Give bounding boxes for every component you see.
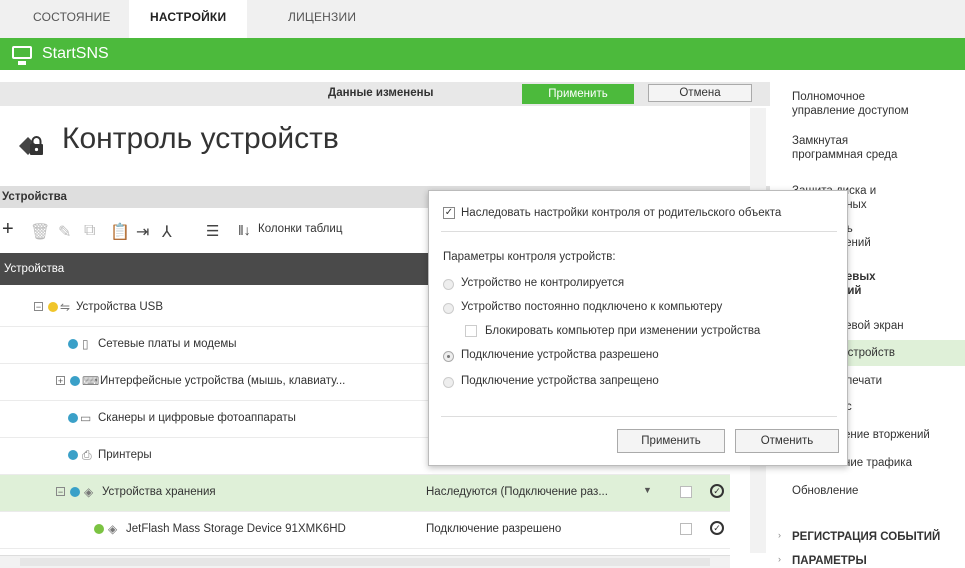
status-dot <box>70 487 80 497</box>
radio-not-controlled[interactable] <box>443 279 454 290</box>
nav-item-device-control[interactable]: устройств <box>842 346 895 360</box>
copy-icon[interactable]: ⧉ <box>84 222 95 240</box>
nav-item-print[interactable]: печати <box>846 374 882 388</box>
row-checkbox[interactable] <box>680 523 692 535</box>
row-label: JetFlash Mass Storage Device 91XMK6HD <box>126 523 346 535</box>
collapse-icon[interactable]: − <box>34 302 43 312</box>
radio-denied[interactable] <box>443 377 454 388</box>
row-label: Принтеры <box>98 449 152 461</box>
params-title: Параметры контроля устройств: <box>443 251 616 263</box>
usb-icon: ⇋ <box>60 300 71 314</box>
radio-always-connected[interactable] <box>443 303 454 314</box>
changes-bar: Данные изменены Применить Отмена <box>0 82 770 106</box>
keyboard-icon: ⌨ <box>82 374 100 388</box>
check-circle-icon: ✓ <box>710 484 724 498</box>
lock-checkbox[interactable] <box>465 325 477 337</box>
toolbar: + 🗑 ✎ ⧉ 📋 ⇥ ⅄ ☰ ‖↓ Колонки таблиц <box>0 214 430 244</box>
opt-always-connected-label: Устройство постоянно подключено к компью… <box>461 301 723 313</box>
collapse-icon[interactable]: − <box>56 487 65 497</box>
inherit-checkbox[interactable]: ✓ <box>443 207 455 219</box>
popup-apply-button[interactable]: Применить <box>617 429 725 453</box>
columns-label[interactable]: Колонки таблиц <box>258 223 342 235</box>
device-lock-icon <box>19 136 43 155</box>
table-row[interactable]: ◈ JetFlash Mass Storage Device 91XMK6HD … <box>0 512 730 549</box>
divider <box>441 231 837 232</box>
scanner-icon: ▭ <box>80 411 92 425</box>
row-label: Сканеры и цифровые фотоаппараты <box>98 412 296 424</box>
nav-item-access-control[interactable]: Полномочное управление доступом <box>792 90 909 118</box>
row-label: Устройства хранения <box>102 486 216 498</box>
app-title: StartSNS <box>42 45 109 62</box>
nav-item-intrusion[interactable]: ение вторжений <box>844 428 930 442</box>
row-label: Сетевые платы и модемы <box>98 338 237 350</box>
add-icon[interactable]: + <box>2 218 14 241</box>
tab-licenses[interactable]: ЛИЦЕНЗИИ <box>288 10 356 24</box>
page-title: Контроль устройств <box>62 122 339 155</box>
row-value-dropdown[interactable]: Наследуются (Подключение раз... <box>426 486 608 498</box>
edit-icon[interactable]: ✎ <box>58 222 71 242</box>
chevron-down-icon[interactable]: ▼ <box>643 485 652 495</box>
device-control-popup: ✓ Наследовать настройки контроля от роди… <box>428 190 848 466</box>
status-dot <box>94 524 104 534</box>
storage-icon: ◈ <box>84 485 94 499</box>
nav-item-traffic[interactable]: ние трафика <box>844 456 912 470</box>
status-dot <box>68 450 78 460</box>
export-icon[interactable]: ⇥ <box>136 222 149 242</box>
status-dot <box>68 339 78 349</box>
paste-icon[interactable]: 📋 <box>110 222 130 242</box>
nav-item-closed-environment[interactable]: Замкнутая программная среда <box>792 134 897 162</box>
top-tab-bar: СОСТОЯНИЕ НАСТРОЙКИ ЛИЦЕНЗИИ <box>0 0 965 39</box>
list-icon[interactable]: ☰ <box>206 222 219 240</box>
opt-lock-label: Блокировать компьютер при изменении устр… <box>485 325 761 337</box>
nav-item-firewall[interactable]: тевой экран <box>840 319 904 333</box>
changes-message: Данные изменены <box>328 87 434 99</box>
row-label: Устройства USB <box>76 301 164 313</box>
chevron-right-icon[interactable]: › <box>778 554 781 564</box>
network-card-icon: ▯ <box>82 337 89 351</box>
scrollbar-thumb[interactable] <box>20 558 710 566</box>
printer-icon: ⎙ <box>82 448 92 462</box>
table-header-devices: Устройства <box>4 263 65 275</box>
opt-allowed-label: Подключение устройства разрешено <box>461 349 659 361</box>
expand-icon[interactable]: + <box>56 376 65 386</box>
check-circle-icon: ✓ <box>710 521 724 535</box>
popup-cancel-button[interactable]: Отменить <box>735 429 839 453</box>
nav-item-update[interactable]: Обновление <box>792 484 858 498</box>
devices-section-label: Устройства <box>2 191 67 203</box>
status-dot <box>48 302 58 312</box>
table-row-selected[interactable]: − ◈ Устройства хранения Наследуются (Под… <box>0 475 730 512</box>
chevron-right-icon[interactable]: › <box>778 530 781 540</box>
hierarchy-icon[interactable]: ⅄ <box>162 222 172 242</box>
opt-not-controlled-label: Устройство не контролируется <box>461 277 625 289</box>
apply-changes-button[interactable]: Применить <box>522 84 634 104</box>
status-dot <box>68 413 78 423</box>
nav-section-events[interactable]: РЕГИСТРАЦИЯ СОБЫТИЙ <box>792 530 940 544</box>
row-checkbox[interactable] <box>680 486 692 498</box>
opt-denied-label: Подключение устройства запрещено <box>461 375 659 387</box>
row-label: Интерфейсные устройства (мышь, клавиату.… <box>100 375 346 387</box>
nav-section-params[interactable]: ПАРАМЕТРЫ <box>792 554 867 568</box>
tab-status[interactable]: СОСТОЯНИЕ <box>33 10 111 24</box>
flash-drive-icon: ◈ <box>108 522 118 536</box>
tab-settings[interactable]: НАСТРОЙКИ <box>150 10 226 24</box>
columns-icon[interactable]: ‖↓ <box>238 222 251 238</box>
horizontal-scrollbar[interactable] <box>0 555 730 568</box>
inherit-label: Наследовать настройки контроля от родите… <box>461 207 782 219</box>
status-dot <box>70 376 80 386</box>
cancel-changes-button[interactable]: Отмена <box>648 84 752 102</box>
row-value: Подключение разрешено <box>426 523 562 535</box>
monitor-icon <box>12 46 32 65</box>
delete-icon[interactable]: 🗑 <box>30 222 50 242</box>
radio-allowed[interactable] <box>443 351 454 362</box>
app-bar: StartSNS <box>0 38 965 70</box>
divider <box>441 416 837 417</box>
